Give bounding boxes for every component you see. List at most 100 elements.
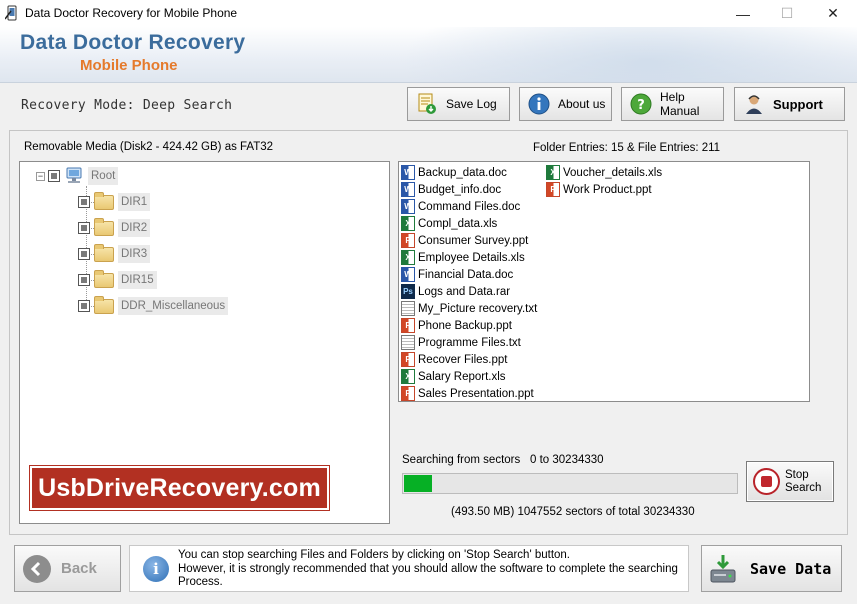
tree-root-label: Root: [88, 167, 119, 185]
doc-file-icon: W: [401, 165, 415, 180]
folder-icon: [94, 295, 114, 314]
about-us-button[interactable]: About us: [519, 87, 612, 121]
save-drive-icon: [710, 554, 736, 582]
file-name: Voucher_details.xls: [563, 166, 663, 179]
folder-label: DIR15: [118, 271, 157, 289]
info-line-1: You can stop searching Files and Folders…: [178, 549, 570, 561]
folder-checkbox[interactable]: [78, 274, 90, 286]
tree-root-node[interactable]: − Root: [36, 165, 119, 187]
collapse-icon[interactable]: −: [36, 171, 45, 181]
file-list-panel[interactable]: W Backup_data.doc W Budget_info.doc W Command…: [398, 161, 810, 402]
file-list-item[interactable]: P Phone Backup.ppt: [401, 317, 512, 334]
save-log-button[interactable]: Save Log: [407, 87, 510, 121]
folder-checkbox[interactable]: [78, 248, 90, 260]
stop-label-line2: Search: [785, 481, 822, 494]
file-name: Budget_info.doc: [418, 183, 502, 196]
file-name: Compl_data.xls: [418, 217, 498, 230]
file-list-item[interactable]: Programme Files.txt: [401, 334, 521, 351]
stop-label-line1: Stop: [785, 468, 809, 481]
progress-fill: [404, 475, 432, 492]
file-name: Work Product.ppt: [563, 183, 652, 196]
xls-file-icon: X: [401, 369, 415, 384]
tree-folder-node[interactable]: DDR_Miscellaneous: [78, 295, 229, 317]
save-data-label: Save Data: [750, 559, 832, 578]
file-list-item[interactable]: X Voucher_details.xls: [546, 164, 662, 181]
save-log-icon: [416, 93, 438, 115]
tree-folder-node[interactable]: DIR15: [78, 269, 157, 291]
info-icon: [528, 93, 550, 115]
file-list-item[interactable]: W Budget_info.doc: [401, 181, 501, 198]
folder-icon: [94, 191, 114, 210]
help-icon: ?: [630, 93, 652, 115]
file-name: Consumer Survey.ppt: [418, 234, 529, 247]
folder-icon: [94, 269, 114, 288]
file-list-item[interactable]: P Consumer Survey.ppt: [401, 232, 528, 249]
folder-checkbox[interactable]: [78, 222, 90, 234]
file-name: My_Picture recovery.txt: [418, 302, 538, 315]
back-button[interactable]: Back: [14, 545, 121, 592]
about-us-label: About us: [558, 97, 606, 111]
tree-folder-node[interactable]: DIR2: [78, 217, 151, 239]
ppt-file-icon: P: [401, 352, 415, 367]
entries-count-label: Folder Entries: 15 & File Entries: 211: [533, 142, 721, 154]
folder-checkbox[interactable]: [78, 300, 90, 312]
folder-label: DDR_Miscellaneous: [118, 297, 229, 315]
folder-label: DIR3: [118, 245, 151, 263]
banner-decoration: [397, 27, 857, 82]
support-button[interactable]: Support: [734, 87, 845, 121]
file-name: Phone Backup.ppt: [418, 319, 512, 332]
tree-folder-node[interactable]: DIR3: [78, 243, 151, 265]
minimize-button[interactable]: —: [720, 0, 766, 27]
file-list-item[interactable]: W Financial Data.doc: [401, 266, 513, 283]
file-name: Financial Data.doc: [418, 268, 514, 281]
stop-search-button[interactable]: Stop Search: [746, 461, 834, 502]
file-list-item[interactable]: W Command Files.doc: [401, 198, 520, 215]
maximize-button[interactable]: ☐: [764, 0, 810, 27]
file-name: Command Files.doc: [418, 200, 521, 213]
doc-file-icon: W: [401, 267, 415, 282]
banner-subtitle: Mobile Phone: [80, 57, 178, 74]
info-line-2: However, it is strongly recommended that…: [178, 562, 678, 589]
info-message-box: i You can stop searching Files and Folde…: [129, 545, 689, 592]
file-name: Sales Presentation.ppt: [418, 387, 534, 400]
doc-file-icon: W: [401, 199, 415, 214]
save-data-button[interactable]: Save Data: [701, 545, 842, 592]
app-banner: Data Doctor Recovery Mobile Phone: [0, 27, 857, 83]
search-status-label: Searching from sectors: [402, 454, 521, 466]
watermark-banner: UsbDriveRecovery.com: [30, 466, 329, 510]
search-progress-bar: [402, 473, 738, 494]
back-label: Back: [61, 560, 97, 577]
app-icon: [5, 5, 17, 21]
file-name: Salary Report.xls: [418, 370, 506, 383]
tree-folder-node[interactable]: DIR1: [78, 191, 151, 213]
info-icon: i: [143, 556, 169, 582]
file-list-item[interactable]: P Recover Files.ppt: [401, 351, 507, 368]
root-checkbox[interactable]: [48, 170, 60, 182]
file-name: Recover Files.ppt: [418, 353, 508, 366]
folder-label: DIR2: [118, 219, 151, 237]
folder-icon: [94, 243, 114, 262]
file-list-item[interactable]: W Backup_data.doc: [401, 164, 507, 181]
close-button[interactable]: ✕: [810, 0, 856, 27]
file-list-item[interactable]: P Work Product.ppt: [546, 181, 652, 198]
sector-count-text: (493.50 MB) 1047552 sectors of total 302…: [451, 506, 695, 518]
file-list-item[interactable]: X Salary Report.xls: [401, 368, 506, 385]
ppt-file-icon: P: [401, 318, 415, 333]
file-list-item[interactable]: My_Picture recovery.txt: [401, 300, 537, 317]
folder-checkbox[interactable]: [78, 196, 90, 208]
file-list-item[interactable]: Ps Logs and Data.rar: [401, 283, 510, 300]
info-message: You can stop searching Files and Folders…: [178, 549, 683, 590]
help-manual-button[interactable]: ? Help Manual: [621, 87, 724, 121]
search-sector-range: 0 to 30234330: [530, 454, 604, 466]
txt-file-icon: [401, 335, 415, 350]
file-list-item[interactable]: X Employee Details.xls: [401, 249, 525, 266]
file-list-item[interactable]: P Sales Presentation.ppt: [401, 385, 534, 401]
back-arrow-icon: [23, 554, 51, 583]
recovery-mode-label: Recovery Mode: Deep Search: [21, 98, 233, 113]
xls-file-icon: X: [401, 250, 415, 265]
ppt-file-icon: P: [401, 386, 415, 401]
file-list-item[interactable]: X Compl_data.xls: [401, 215, 497, 232]
ppt-file-icon: P: [546, 182, 560, 197]
xls-file-icon: X: [401, 216, 415, 231]
file-name: Employee Details.xls: [418, 251, 525, 264]
